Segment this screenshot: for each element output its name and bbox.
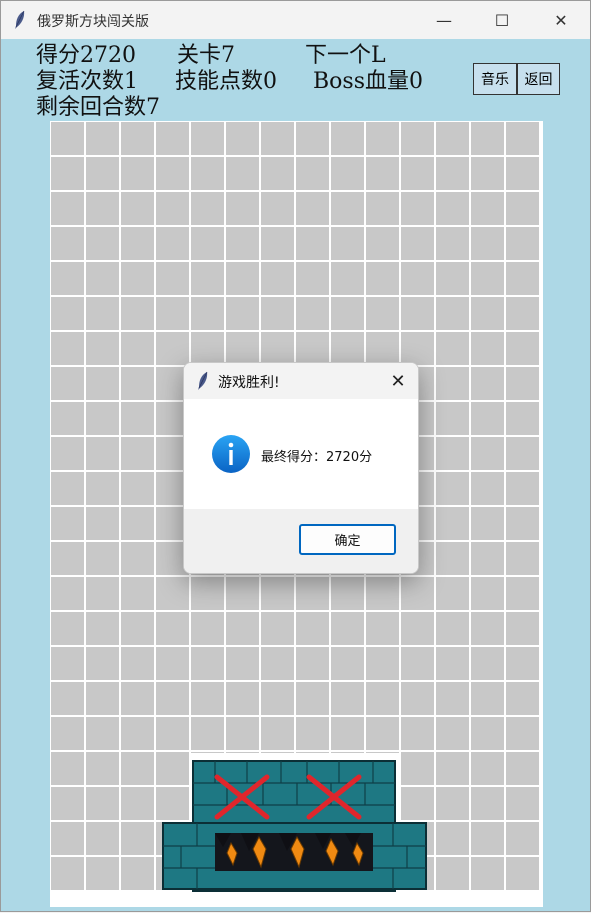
feather-icon xyxy=(198,371,208,390)
dialog-message: 最终得分：2720分 xyxy=(261,450,373,465)
victory-dialog: 游戏胜利! ✕ 最终得分：2720分 确定 xyxy=(183,362,419,574)
ok-button[interactable]: 确定 xyxy=(299,524,396,555)
dialog-body: 最终得分：2720分 xyxy=(184,399,418,509)
dialog-footer: 确定 xyxy=(184,509,418,573)
info-icon xyxy=(212,435,250,473)
close-icon: ✕ xyxy=(390,370,406,392)
dialog-title-bar[interactable]: 游戏胜利! ✕ xyxy=(184,363,418,399)
dialog-close-button[interactable]: ✕ xyxy=(384,367,412,395)
dialog-title: 游戏胜利! xyxy=(218,375,280,391)
